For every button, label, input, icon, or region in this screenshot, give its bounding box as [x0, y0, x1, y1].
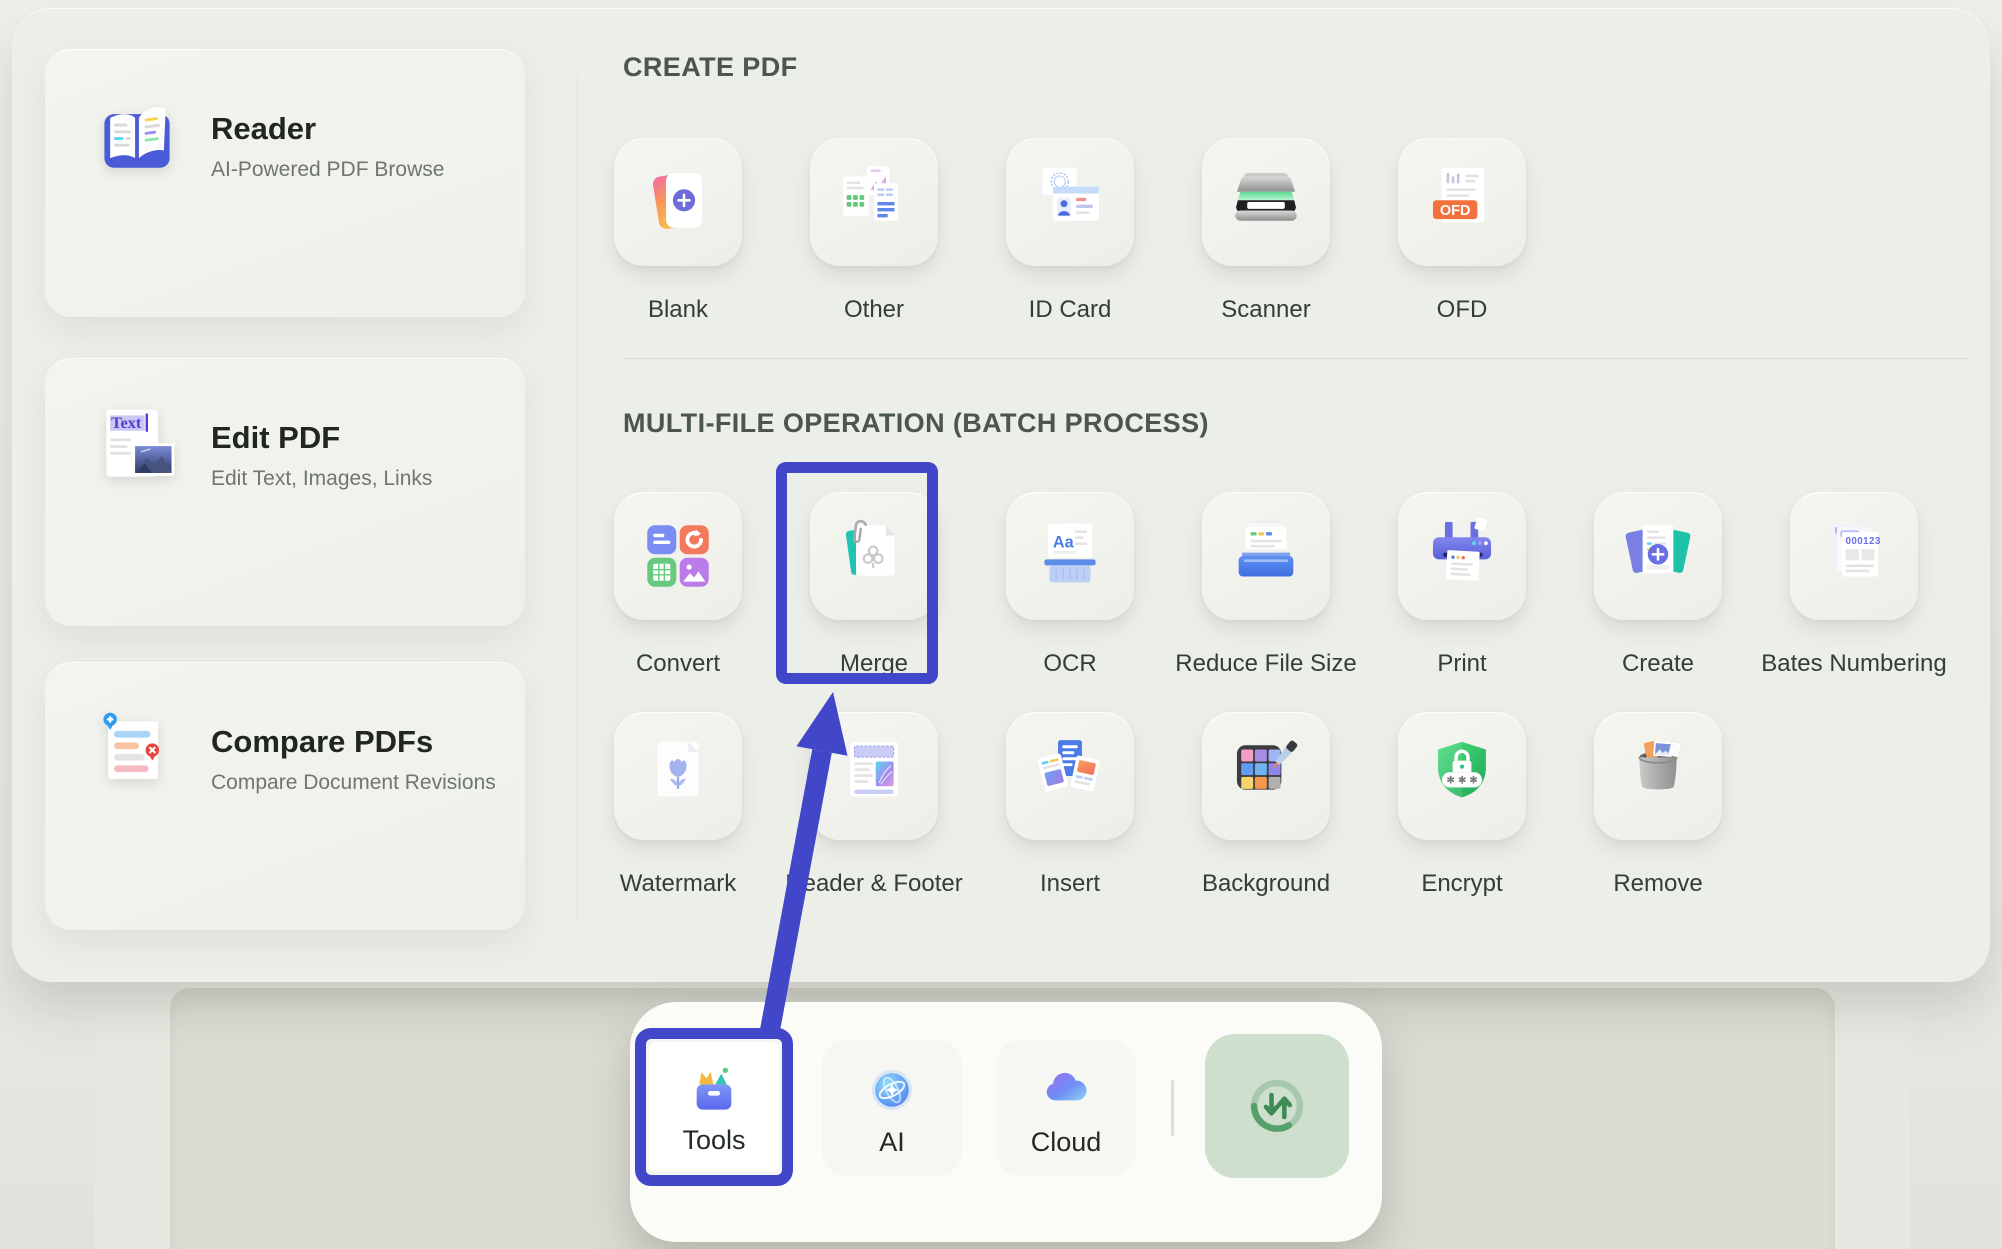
app-window: Reader AI-Powered PDF Browse Text: [0, 0, 2002, 1249]
svg-text:Aa: Aa: [1053, 533, 1075, 551]
tile-label: Scanner: [1221, 296, 1310, 324]
card-title: Edit PDF: [211, 420, 340, 456]
tile-header-footer[interactable]: Header & Footer: [776, 712, 972, 898]
tile-label: Other: [844, 296, 904, 324]
dock-item-label: Tools: [682, 1125, 745, 1156]
tile-remove[interactable]: Remove: [1560, 712, 1756, 898]
sidebar-card-reader[interactable]: Reader AI-Powered PDF Browse: [45, 49, 525, 317]
tile-create[interactable]: Create: [1560, 492, 1756, 678]
tile-label: ID Card: [1029, 296, 1112, 324]
tile-encrypt[interactable]: ✱ ✱ ✱ Encrypt: [1364, 712, 1560, 898]
tile-label: Reduce File Size: [1175, 650, 1356, 678]
dock-item-tools[interactable]: Tools: [649, 1042, 779, 1172]
merge-highlight-box: [776, 462, 938, 684]
ai-sparkle-icon: [861, 1059, 923, 1121]
tile-blank[interactable]: Blank: [580, 138, 776, 324]
tile-other[interactable]: Other: [776, 138, 972, 324]
tile-background[interactable]: Background: [1168, 712, 1364, 898]
edit-text-icon: Text: [91, 402, 183, 494]
tools-icon: [682, 1059, 746, 1123]
tile-bates-numbering[interactable]: 000123 Bates Numbering: [1756, 492, 1952, 678]
svg-text:000123: 000123: [1845, 536, 1880, 547]
tile-print[interactable]: Print: [1364, 492, 1560, 678]
sync-button[interactable]: [1205, 1034, 1349, 1178]
multi-file-heading: MULTI-FILE OPERATION (BATCH PROCESS): [623, 408, 1209, 439]
dock-item-cloud[interactable]: Cloud: [996, 1039, 1136, 1177]
sidebar-card-edit-pdf[interactable]: Text Edit PDF Edit Text, Images, Links: [45, 358, 525, 626]
card-title: Reader: [211, 111, 316, 147]
cloud-icon: [1035, 1059, 1097, 1121]
tile-label: Convert: [636, 650, 720, 678]
sidebar-divider: [577, 76, 578, 922]
convert-icon: [637, 515, 719, 597]
card-subtitle: Compare Document Revisions: [211, 771, 496, 795]
dock-divider: [1171, 1080, 1174, 1136]
tile-label: Create: [1622, 650, 1694, 678]
tile-label: OFD: [1437, 296, 1488, 324]
tile-label: Header & Footer: [785, 870, 962, 898]
card-subtitle: Edit Text, Images, Links: [211, 467, 432, 491]
header-footer-icon: [833, 735, 915, 817]
tile-label: Watermark: [620, 870, 736, 898]
tile-label: Remove: [1613, 870, 1702, 898]
tools-home-panel: Reader AI-Powered PDF Browse Text: [12, 8, 1990, 982]
create-pdf-heading: CREATE PDF: [623, 52, 798, 83]
print-icon: [1421, 515, 1503, 597]
id-card-icon: [1029, 161, 1111, 243]
sync-arrows-icon: [1233, 1062, 1321, 1150]
dock-item-label: AI: [879, 1127, 905, 1158]
ocr-icon: Aa: [1029, 515, 1111, 597]
remove-icon: [1617, 735, 1699, 817]
tile-ofd[interactable]: OFD OFD: [1364, 138, 1560, 324]
insert-icon: [1029, 735, 1111, 817]
tile-convert[interactable]: Convert: [580, 492, 776, 678]
encrypt-icon: ✱ ✱ ✱: [1421, 735, 1503, 817]
tile-id-card[interactable]: ID Card: [972, 138, 1168, 324]
card-title: Compare PDFs: [211, 724, 433, 760]
tile-watermark[interactable]: Watermark: [580, 712, 776, 898]
section-divider: [623, 358, 1968, 359]
ofd-icon: OFD: [1421, 161, 1503, 243]
tile-label: Blank: [648, 296, 708, 324]
background-icon: [1225, 735, 1307, 817]
tile-label: Bates Numbering: [1761, 650, 1946, 678]
sidebar-card-compare-pdfs[interactable]: Compare PDFs Compare Document Revisions: [45, 662, 525, 930]
tile-label: Print: [1437, 650, 1486, 678]
tile-label: Background: [1202, 870, 1330, 898]
tile-insert[interactable]: Insert: [972, 712, 1168, 898]
compare-docs-icon: [91, 706, 183, 798]
tile-label: Insert: [1040, 870, 1100, 898]
other-icon: [833, 161, 915, 243]
tile-scanner[interactable]: Scanner: [1168, 138, 1364, 324]
svg-text:✱ ✱ ✱: ✱ ✱ ✱: [1446, 776, 1477, 787]
scanner-icon: [1225, 161, 1307, 243]
watermark-icon: [637, 735, 719, 817]
dock-item-ai[interactable]: AI: [822, 1039, 962, 1177]
create-icon: [1617, 515, 1699, 597]
reduce-file-size-icon: [1225, 515, 1307, 597]
tile-label: OCR: [1043, 650, 1096, 678]
dock-item-label: Cloud: [1031, 1127, 1102, 1158]
bates-numbering-icon: 000123: [1813, 515, 1895, 597]
svg-text:OFD: OFD: [1440, 203, 1471, 219]
tile-label: Encrypt: [1421, 870, 1502, 898]
tile-ocr[interactable]: Aa OCR: [972, 492, 1168, 678]
card-subtitle: AI-Powered PDF Browse: [211, 158, 444, 182]
reader-book-icon: [91, 93, 183, 185]
blank-icon: [637, 161, 719, 243]
svg-text:Text: Text: [111, 413, 142, 432]
tools-highlight-box: Tools: [635, 1028, 793, 1186]
tile-reduce-file-size[interactable]: Reduce File Size: [1168, 492, 1364, 678]
